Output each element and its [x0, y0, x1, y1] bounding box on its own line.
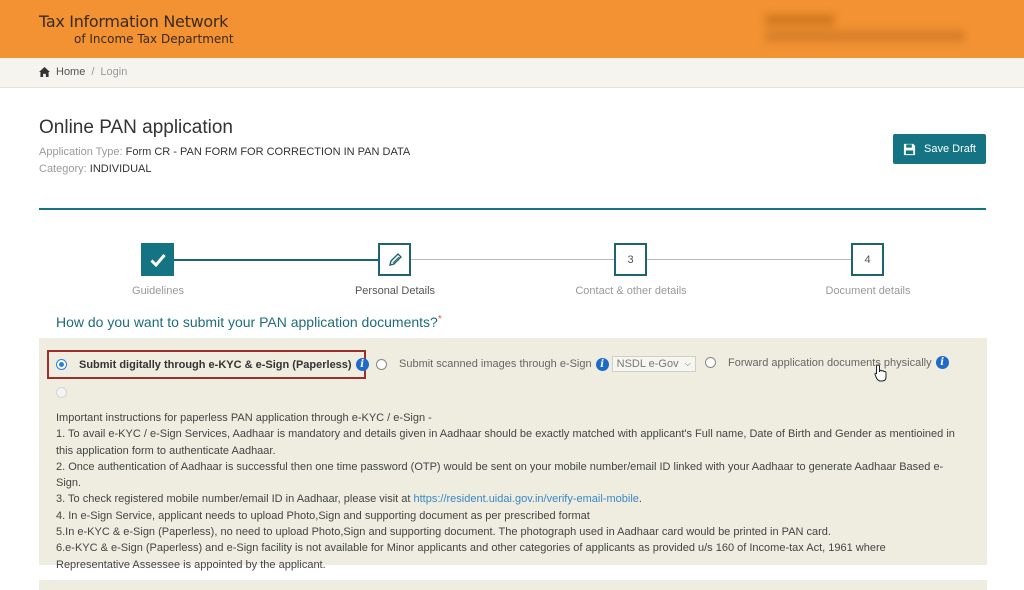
brand-subtitle: of Income Tax Department: [74, 32, 234, 46]
category-value: INDIVIDUAL: [89, 163, 152, 175]
application-type-value: Form CR - PAN FORM FOR CORRECTION IN PAN…: [125, 146, 411, 158]
step-3-label: Contact & other details: [575, 285, 687, 297]
pencil-icon: [388, 252, 402, 266]
option-scanned-esign-label: Submit scanned images through e-Sign: [399, 358, 592, 370]
radio-disabled: [56, 387, 67, 398]
instruction-item-suffix: .: [638, 493, 642, 506]
option-paperless-label: Submit digitally through e-KYC & e-Sign …: [79, 358, 352, 371]
save-draft-button[interactable]: Save Draft: [893, 134, 986, 164]
next-section-panel: [39, 580, 987, 590]
step-2-label: Personal Details: [354, 285, 436, 297]
paperless-instructions: Important instructions for paperless PAN…: [56, 410, 956, 573]
instruction-item: 6.e-KYC & e-Sign (Paperless) and e-Sign …: [56, 542, 886, 571]
instruction-item-text: 3. To check registered mobile number/ema…: [56, 493, 414, 506]
step-2-marker: [378, 243, 411, 276]
info-icon[interactable]: i: [595, 357, 609, 371]
brand-title: Tax Information Network: [39, 12, 229, 31]
category: Category: INDIVIDUAL: [39, 163, 152, 175]
radio-physical[interactable]: [705, 357, 716, 368]
instruction-item: 5.In e-KYC & e-Sign (Paperless), no need…: [56, 526, 831, 539]
home-icon: [39, 67, 50, 77]
step-4-label: Document details: [825, 285, 911, 297]
esign-provider-select[interactable]: NSDL e-Gov ⌵: [611, 356, 696, 372]
step-1-label: Guidelines: [132, 285, 184, 297]
page-title: Online PAN application: [39, 117, 233, 138]
category-label: Category:: [39, 163, 87, 175]
uidai-verify-link[interactable]: https://resident.uidai.gov.in/verify-ema…: [413, 493, 638, 505]
step-3-marker: 3: [614, 243, 647, 276]
option-paperless[interactable]: Submit digitally through e-KYC & e-Sign …: [47, 350, 369, 379]
step-connector-3: [647, 259, 852, 260]
instruction-item: 3. To check registered mobile number/ema…: [56, 491, 956, 507]
header-divider: [39, 208, 986, 210]
breadcrumb: Home / Login: [39, 66, 127, 78]
radio-paperless[interactable]: [56, 359, 67, 370]
site-header: Tax Information Network of Income Tax De…: [0, 0, 1024, 58]
step-4-marker: 4: [851, 243, 884, 276]
application-type-label: Application Type:: [39, 146, 123, 158]
floppy-disk-icon: [903, 143, 916, 155]
application-type: Application Type: Form CR - PAN FORM FOR…: [39, 146, 410, 158]
esign-provider-value: NSDL e-Gov: [616, 358, 679, 370]
user-info-blurred: [765, 12, 975, 46]
check-icon: [149, 253, 166, 267]
chevron-down-icon: ⌵: [684, 359, 691, 368]
instruction-item: 4. In e-Sign Service, applicant needs to…: [56, 509, 590, 522]
question-text: How do you want to submit your PAN appli…: [56, 314, 438, 330]
radio-scanned-esign[interactable]: [376, 358, 387, 370]
save-draft-label: Save Draft: [924, 143, 976, 155]
breadcrumb-home[interactable]: Home: [56, 66, 85, 78]
instruction-item: 2. Once authentication of Aadhaar is suc…: [56, 460, 944, 490]
option-physical-label: Forward application documents physically: [728, 356, 932, 369]
instruction-item: 1. To avail e-KYC / e-Sign Services, Aad…: [56, 428, 955, 457]
option-scanned-esign[interactable]: Submit scanned images through e-Sign i N…: [376, 356, 696, 372]
instructions-heading: Important instructions for paperless PAN…: [56, 412, 432, 424]
site-logo[interactable]: Tax Information Network of Income Tax De…: [39, 12, 234, 46]
step-connector-1: [174, 259, 379, 261]
hand-cursor-icon: [874, 364, 887, 382]
progress-stepper: 3 4 Guidelines Personal Details Contact …: [0, 243, 1024, 303]
step-1-marker: [141, 243, 174, 276]
required-mark: *: [437, 314, 442, 325]
breadcrumb-separator: /: [91, 66, 95, 78]
breadcrumb-bar: Home / Login: [0, 58, 1024, 88]
submission-question: How do you want to submit your PAN appli…: [56, 314, 442, 330]
step-connector-2: [411, 259, 615, 260]
breadcrumb-login: Login: [100, 66, 128, 78]
option-physical[interactable]: Forward application documents physically…: [705, 356, 949, 369]
info-icon[interactable]: i: [935, 356, 949, 369]
info-icon[interactable]: i: [355, 358, 369, 371]
